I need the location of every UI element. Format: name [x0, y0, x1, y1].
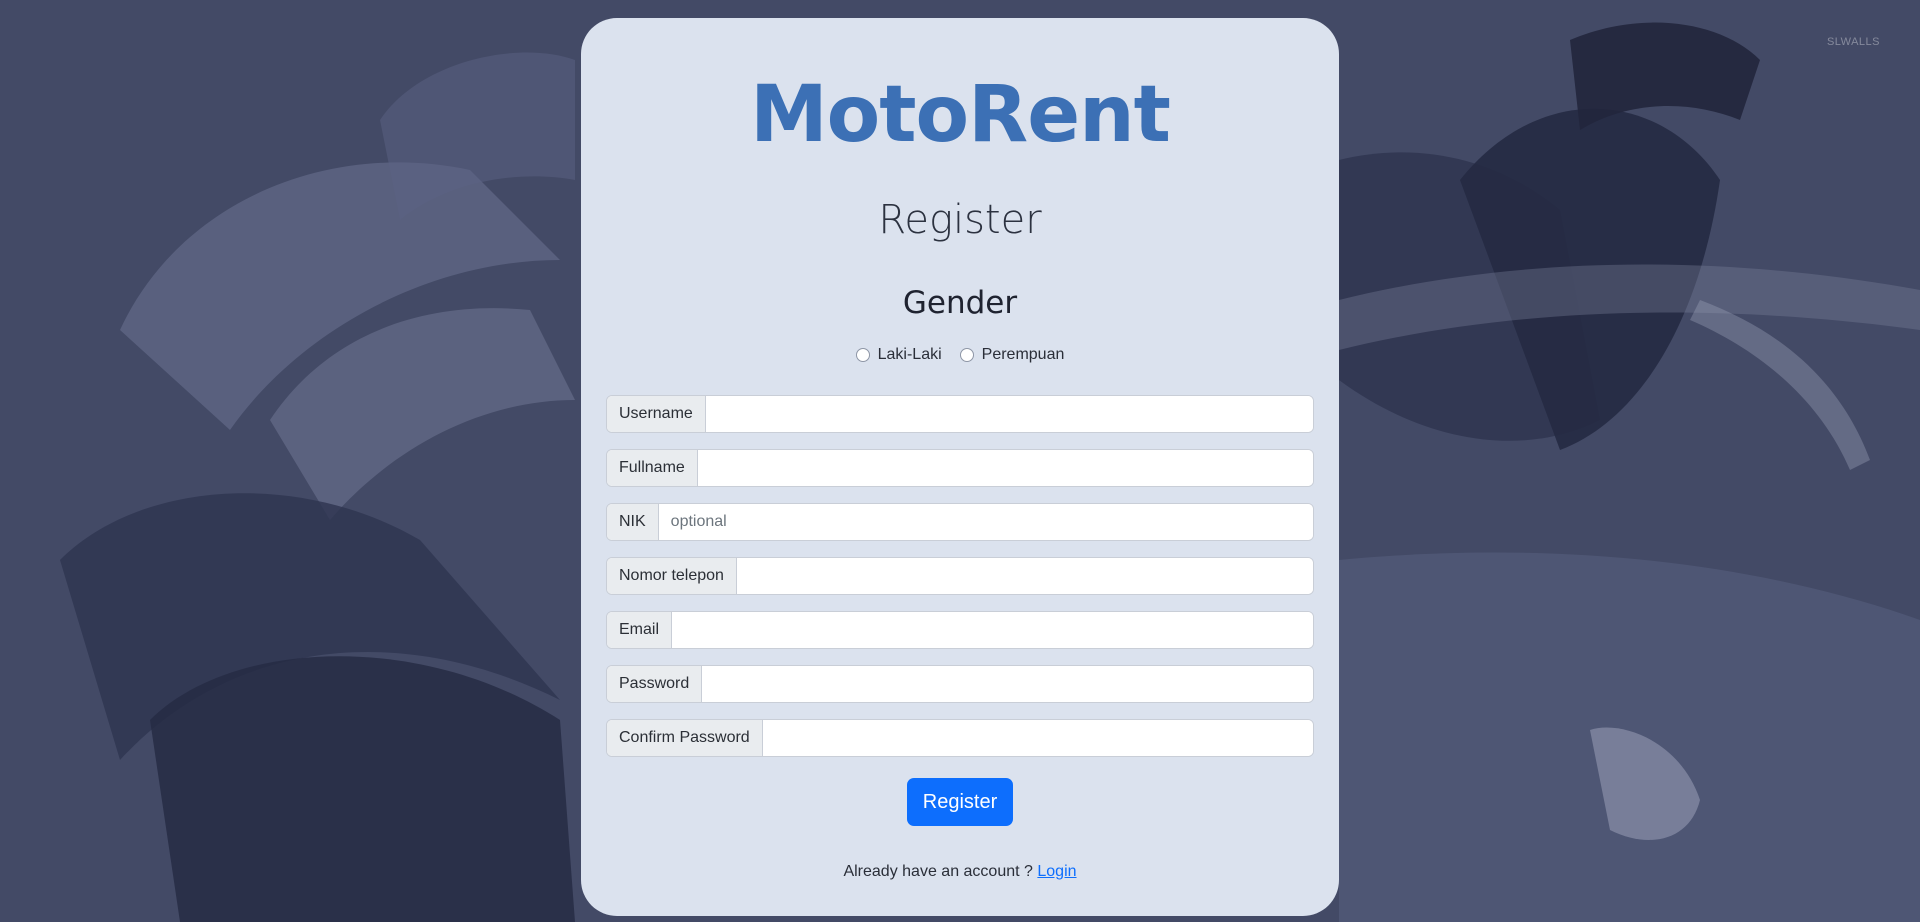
- register-button[interactable]: Register: [907, 778, 1013, 826]
- password-input[interactable]: [702, 666, 1313, 702]
- nik-input[interactable]: [658, 504, 1313, 540]
- register-card: MotoRent Register Gender Laki-Laki Perem…: [581, 18, 1339, 916]
- email-label: Email: [607, 612, 673, 648]
- login-link[interactable]: Login: [1037, 863, 1076, 880]
- phone-group: Nomor telepon: [606, 557, 1314, 595]
- email-input[interactable]: [672, 612, 1313, 648]
- password-label: Password: [607, 666, 703, 702]
- confirm-password-label: Confirm Password: [607, 720, 763, 756]
- gender-heading: Gender: [902, 285, 1018, 321]
- password-group: Password: [606, 665, 1314, 703]
- nik-label: NIK: [607, 504, 659, 540]
- login-prompt: Already have an account ? Login: [581, 863, 1339, 881]
- nik-group: NIK: [606, 503, 1314, 541]
- radio-icon[interactable]: [855, 348, 870, 362]
- fullname-input[interactable]: [697, 450, 1313, 486]
- username-input[interactable]: [705, 396, 1313, 432]
- username-group: Username: [606, 395, 1314, 433]
- email-group: Email: [606, 611, 1314, 649]
- confirm-password-group: Confirm Password: [606, 719, 1314, 757]
- confirm-password-input[interactable]: [762, 720, 1313, 756]
- fullname-group: Fullname: [606, 449, 1314, 487]
- motorent-logo: MotoRent: [750, 70, 1171, 160]
- gender-option-label: Laki-Laki: [877, 346, 942, 363]
- gender-option-label: Perempuan: [981, 346, 1065, 363]
- gender-radio-group: Laki-Laki Perempuan: [581, 346, 1339, 364]
- radio-icon[interactable]: [959, 348, 974, 362]
- fullname-label: Fullname: [607, 450, 698, 486]
- username-label: Username: [607, 396, 706, 432]
- register-fields: Username Fullname NIK Nomor telepon Emai…: [606, 395, 1314, 773]
- phone-input[interactable]: [736, 558, 1313, 594]
- login-prompt-text: Already have an account ?: [843, 863, 1033, 880]
- gender-option-perempuan[interactable]: Perempuan: [959, 346, 1065, 364]
- phone-label: Nomor telepon: [607, 558, 737, 594]
- watermark-text: SLWALLS: [1826, 36, 1880, 48]
- gender-option-laki-laki[interactable]: Laki-Laki: [855, 346, 942, 364]
- page-title: Register: [878, 197, 1042, 243]
